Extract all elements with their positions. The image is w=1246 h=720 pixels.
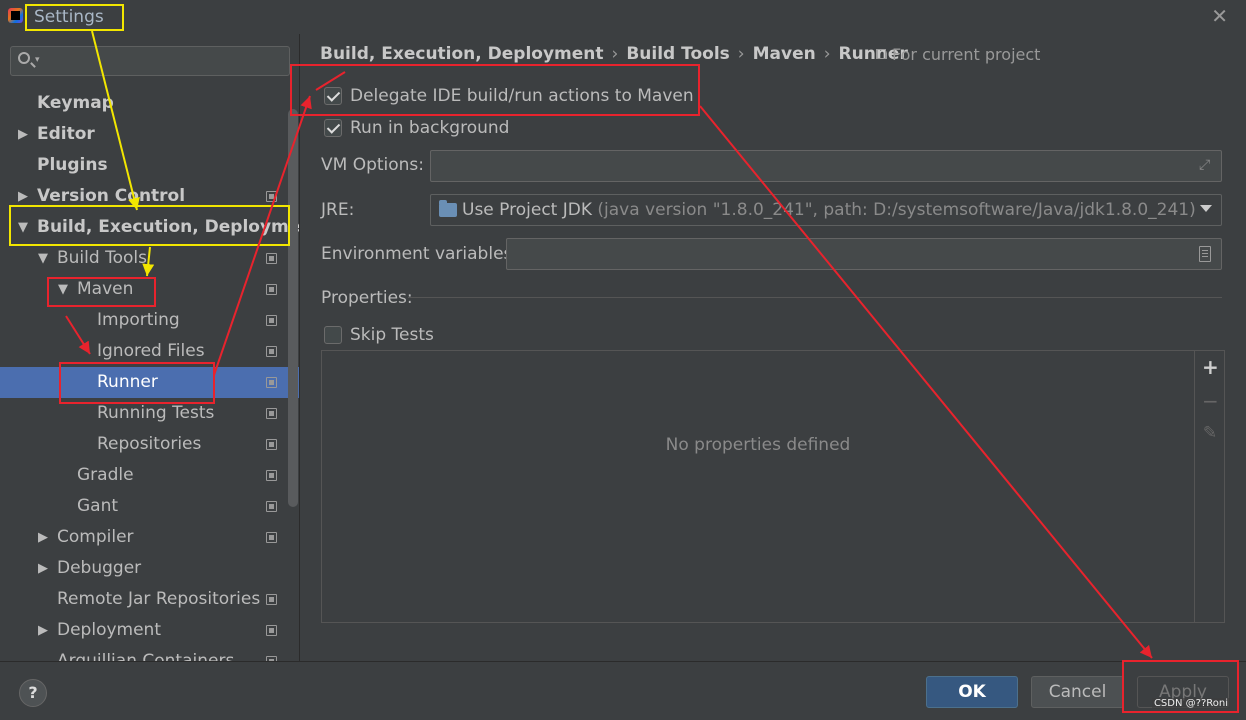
properties-separator — [408, 297, 1222, 298]
search-icon — [18, 52, 30, 64]
annotation-highlight-runner — [59, 362, 215, 404]
project-scope-icon — [266, 315, 277, 326]
run-in-background-checkbox[interactable] — [324, 119, 342, 137]
project-scope-icon — [266, 625, 277, 636]
vm-options-input[interactable]: ⤢ — [430, 150, 1222, 182]
add-icon[interactable]: + — [1202, 357, 1219, 377]
sidebar-item-deployment[interactable]: ▶ Deployment — [0, 615, 299, 646]
sidebar-item-compiler[interactable]: ▶ Compiler — [0, 522, 299, 553]
sidebar-item-plugins[interactable]: Plugins — [0, 150, 299, 181]
project-scope-icon — [266, 253, 277, 264]
sidebar-item-label: Keymap — [37, 93, 114, 113]
environment-variables-label: Environment variables: — [321, 244, 519, 264]
properties-table: No properties defined + − ✎ — [321, 350, 1225, 623]
annotation-highlight-maven — [47, 277, 156, 307]
breadcrumb-separator: › — [823, 44, 831, 64]
jre-label: JRE: — [321, 200, 355, 220]
dialog-footer: ? OK Cancel Apply CSDN @??Roni — [0, 661, 1246, 720]
project-scope-icon — [266, 470, 277, 481]
sidebar-item-remote-jar-repositories[interactable]: Remote Jar Repositories — [0, 584, 299, 615]
sidebar-item-gradle[interactable]: Gradle — [0, 460, 299, 491]
cancel-button[interactable]: Cancel — [1031, 676, 1124, 708]
jre-version-detail: (java version "1.8.0_241", path: D:/syst… — [597, 200, 1196, 220]
settings-sidebar: ▾ Keymap ▶ Editor Plugins ▶ Version Cont… — [0, 34, 300, 661]
project-scope-icon — [266, 191, 277, 202]
scope-indicator: For current project — [876, 45, 1040, 64]
document-icon[interactable] — [1199, 246, 1211, 262]
project-scope-icon — [266, 439, 277, 450]
chevron-down-icon[interactable]: ▾ — [35, 55, 40, 65]
breadcrumb-separator: › — [611, 44, 619, 64]
project-scope-icon — [266, 501, 277, 512]
ok-button[interactable]: OK — [926, 676, 1018, 708]
sidebar-item-label: Remote Jar Repositories — [57, 589, 261, 609]
sidebar-item-arquillian-containers[interactable]: Arquillian Containers — [0, 646, 299, 661]
expand-arrow-icon[interactable]: ▶ — [38, 522, 48, 553]
breadcrumb-item: Maven — [752, 44, 816, 64]
project-scope-icon — [266, 408, 277, 419]
settings-search-input[interactable]: ▾ — [10, 46, 290, 76]
sidebar-item-label: Gradle — [77, 465, 134, 485]
skip-tests-checkbox[interactable] — [324, 326, 342, 344]
sidebar-item-gant[interactable]: Gant — [0, 491, 299, 522]
sidebar-item-label: Gant — [77, 496, 119, 516]
title-bar: Settings ✕ — [0, 0, 1246, 34]
annotation-highlight-apply — [1122, 660, 1239, 713]
project-scope-icon — [266, 377, 277, 388]
project-scope-icon — [266, 284, 277, 295]
sidebar-item-importing[interactable]: Importing — [0, 305, 299, 336]
sidebar-item-label: Editor — [37, 124, 95, 144]
vm-options-label: VM Options: — [321, 155, 425, 175]
run-in-background-label: Run in background — [350, 118, 510, 138]
remove-icon[interactable]: − — [1202, 391, 1219, 411]
jre-select[interactable]: Use Project JDK (java version "1.8.0_241… — [430, 194, 1222, 226]
properties-toolbar: + − ✎ — [1194, 351, 1224, 622]
edit-icon[interactable]: ✎ — [1202, 423, 1218, 443]
project-scope-icon — [266, 532, 277, 543]
empty-state-text: No properties defined — [665, 435, 851, 455]
sidebar-item-keymap[interactable]: Keymap — [0, 88, 299, 119]
environment-variables-input[interactable] — [506, 238, 1222, 270]
annotation-highlight-build-execution — [9, 205, 290, 246]
expand-arrow-icon[interactable]: ▶ — [18, 119, 28, 150]
help-button[interactable]: ? — [19, 679, 47, 707]
properties-label: Properties: — [321, 288, 413, 308]
skip-tests-label: Skip Tests — [350, 325, 434, 345]
jre-select-value: Use Project JDK (java version "1.8.0_241… — [462, 200, 1196, 220]
breadcrumb-item: Build Tools — [626, 44, 730, 64]
breadcrumb-item: Build, Execution, Deployment — [320, 44, 604, 64]
breadcrumb: Build, Execution, Deployment › Build Tools… — [320, 44, 908, 64]
sidebar-item-editor[interactable]: ▶ Editor — [0, 119, 299, 150]
sidebar-item-label: Plugins — [37, 155, 108, 175]
expand-arrow-icon[interactable]: ▶ — [38, 615, 48, 646]
sidebar-item-build-tools[interactable]: ▼ Build Tools — [0, 243, 299, 274]
scope-label: For current project — [892, 45, 1041, 64]
sidebar-item-label: Deployment — [57, 620, 161, 640]
sidebar-item-label: Compiler — [57, 527, 134, 547]
sidebar-item-label: Importing — [97, 310, 180, 330]
project-scope-icon — [266, 594, 277, 605]
sidebar-item-repositories[interactable]: Repositories — [0, 429, 299, 460]
project-scope-icon — [266, 346, 277, 357]
sidebar-item-label: Repositories — [97, 434, 202, 454]
sidebar-item-label: Arquillian Containers — [57, 651, 235, 661]
expand-arrow-icon[interactable]: ▶ — [38, 553, 48, 584]
sidebar-scrollbar[interactable] — [288, 109, 298, 507]
breadcrumb-separator: › — [737, 44, 745, 64]
folder-icon — [439, 200, 457, 217]
sidebar-item-debugger[interactable]: ▶ Debugger — [0, 553, 299, 584]
collapse-arrow-icon[interactable]: ▼ — [38, 243, 48, 274]
expand-icon[interactable]: ⤢ — [1199, 158, 1213, 172]
annotation-highlight-delegate — [290, 64, 700, 116]
close-icon[interactable]: ✕ — [1211, 4, 1228, 28]
annotation-highlight-settings — [25, 4, 124, 31]
sidebar-item-label: Build Tools — [57, 248, 147, 268]
chevron-down-icon[interactable] — [1200, 205, 1212, 212]
project-scope-icon — [876, 49, 886, 59]
intellij-app-icon — [8, 8, 23, 23]
sidebar-item-label: Debugger — [57, 558, 142, 578]
